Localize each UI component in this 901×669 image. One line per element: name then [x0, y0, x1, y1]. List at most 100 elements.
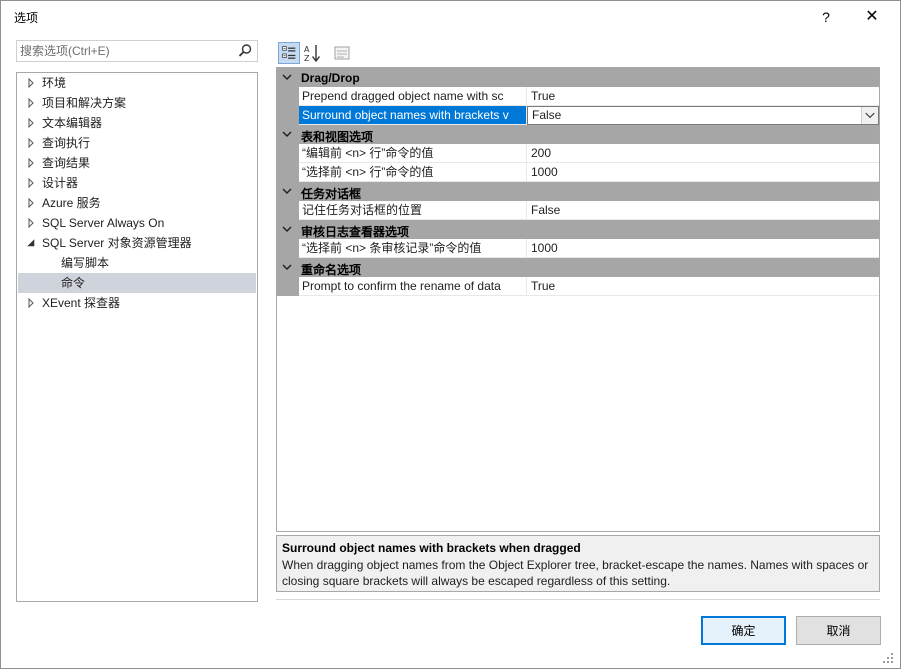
property-name: Prompt to confirm the rename of data: [299, 277, 527, 296]
property-name: Prepend dragged object name with sc: [299, 87, 527, 106]
svg-text:A: A: [304, 45, 310, 54]
property-value[interactable]: 1000: [527, 239, 879, 258]
category-header[interactable]: 重命名选项: [277, 258, 879, 277]
collapse-chevron-icon[interactable]: [279, 125, 295, 144]
category-header[interactable]: 审核日志查看器选项: [277, 220, 879, 239]
property-grid: Drag/Drop Prepend dragged object name wi…: [276, 67, 880, 532]
expand-arrow-icon[interactable]: [26, 113, 36, 133]
tree-item-label: 命令: [61, 276, 86, 290]
expand-arrow-icon[interactable]: [26, 73, 36, 93]
tree-item-azure-services[interactable]: Azure 服务: [18, 193, 256, 213]
expand-arrow-icon[interactable]: [26, 213, 36, 233]
row-gutter: [277, 87, 299, 106]
tree-item-query-results[interactable]: 查询结果: [18, 153, 256, 173]
category-label: 表和视图选项: [301, 130, 374, 144]
tree-item-environment[interactable]: 环境: [18, 73, 256, 93]
property-value[interactable]: 200: [527, 144, 879, 163]
collapse-chevron-icon[interactable]: [279, 220, 295, 239]
property-name: 记住任务对话框的位置: [299, 201, 527, 220]
description-text: When dragging object names from the Obje…: [282, 558, 869, 588]
tree-item-scripting[interactable]: 编写脚本: [18, 253, 256, 273]
tree-item-label: SQL Server 对象资源管理器: [42, 236, 192, 250]
tree-item-label: XEvent 探查器: [42, 296, 121, 310]
search-box: [16, 40, 258, 62]
category-label: Drag/Drop: [301, 71, 360, 85]
expand-arrow-icon[interactable]: [26, 133, 36, 153]
tree-item-label: 编写脚本: [61, 256, 110, 270]
category-header[interactable]: 表和视图选项: [277, 125, 879, 144]
category-header[interactable]: 任务对话框: [277, 182, 879, 201]
divider: [276, 599, 880, 600]
categorized-icon[interactable]: [278, 42, 300, 64]
tree-item-query-execution[interactable]: 查询执行: [18, 133, 256, 153]
row-gutter: [277, 277, 299, 296]
tree-item-label: 查询结果: [42, 156, 91, 170]
search-input[interactable]: [20, 43, 230, 59]
property-value[interactable]: 1000: [527, 163, 879, 182]
row-gutter: [277, 106, 299, 125]
row-gutter: [277, 163, 299, 182]
category-label: 审核日志查看器选项: [301, 225, 410, 239]
tree-item-label: SQL Server Always On: [42, 216, 165, 230]
property-value[interactable]: True: [527, 277, 879, 296]
property-value[interactable]: False: [527, 201, 879, 220]
svg-text:Z: Z: [304, 54, 310, 63]
tree-item-commands[interactable]: 命令: [18, 273, 256, 293]
property-row-selected[interactable]: Surround object names with brackets v Fa…: [277, 106, 879, 125]
property-name: Surround object names with brackets v: [299, 106, 527, 125]
property-row[interactable]: 记住任务对话框的位置 False: [277, 201, 879, 220]
tree-item-label: 查询执行: [42, 136, 91, 150]
property-pages-icon[interactable]: [331, 42, 353, 64]
property-row[interactable]: Prompt to confirm the rename of data Tru…: [277, 277, 879, 296]
options-tree: 环境 项目和解决方案 文本编辑器 查询执行 查询结果 设计器 Azure 服务: [16, 72, 258, 602]
property-toolbar: A Z: [277, 42, 367, 64]
tree-item-label: 环境: [42, 76, 67, 90]
expand-arrow-icon[interactable]: [26, 93, 36, 113]
property-name: “选择前 <n> 行”命令的值: [299, 163, 527, 182]
tree-item-label: 文本编辑器: [42, 116, 103, 130]
tree-item-projects[interactable]: 项目和解决方案: [18, 93, 256, 113]
sort-alphabetical-icon[interactable]: A Z: [301, 42, 323, 64]
property-name: “选择前 <n> 条审核记录”命令的值: [299, 239, 527, 258]
resize-grip-icon[interactable]: [881, 651, 895, 665]
cancel-button[interactable]: 取消: [796, 616, 881, 645]
tree-item-object-explorer[interactable]: SQL Server 对象资源管理器: [18, 233, 256, 253]
title-bar: 选项 ? ✕: [1, 1, 900, 33]
help-button[interactable]: ?: [811, 5, 841, 29]
category-label: 任务对话框: [301, 187, 362, 201]
window-title: 选项: [14, 11, 39, 25]
expand-arrow-icon[interactable]: [26, 293, 36, 313]
expand-arrow-icon[interactable]: [26, 173, 36, 193]
chevron-down-icon[interactable]: [861, 107, 878, 124]
property-value-dropdown[interactable]: False: [527, 106, 879, 125]
category-header[interactable]: Drag/Drop: [277, 68, 879, 87]
options-dialog: 选项 ? ✕ 环境 项目和解决方案 文本编辑器 查询执行 查询结果: [0, 0, 901, 669]
property-name: “编辑前 <n> 行”命令的值: [299, 144, 527, 163]
tree-item-label: 项目和解决方案: [42, 96, 127, 110]
row-gutter: [277, 239, 299, 258]
property-row[interactable]: Prepend dragged object name with sc True: [277, 87, 879, 106]
property-value[interactable]: True: [527, 87, 879, 106]
collapse-chevron-icon[interactable]: [279, 258, 295, 277]
category-label: 重命名选项: [301, 263, 362, 277]
description-panel: Surround object names with brackets when…: [276, 535, 880, 592]
property-row[interactable]: “选择前 <n> 行”命令的值 1000: [277, 163, 879, 182]
collapse-arrow-icon[interactable]: [26, 233, 36, 253]
ok-button[interactable]: 确定: [701, 616, 786, 645]
tree-item-always-on[interactable]: SQL Server Always On: [18, 213, 256, 233]
row-gutter: [277, 144, 299, 163]
tree-item-xevent-profiler[interactable]: XEvent 探查器: [18, 293, 256, 313]
tree-item-text-editor[interactable]: 文本编辑器: [18, 113, 256, 133]
expand-arrow-icon[interactable]: [26, 153, 36, 173]
property-row[interactable]: “编辑前 <n> 行”命令的值 200: [277, 144, 879, 163]
close-button[interactable]: ✕: [857, 5, 887, 29]
expand-arrow-icon[interactable]: [26, 193, 36, 213]
collapse-chevron-icon[interactable]: [279, 182, 295, 201]
tree-item-label: Azure 服务: [42, 196, 101, 210]
property-row[interactable]: “选择前 <n> 条审核记录”命令的值 1000: [277, 239, 879, 258]
tree-item-designers[interactable]: 设计器: [18, 173, 256, 193]
collapse-chevron-icon[interactable]: [279, 68, 295, 87]
row-gutter: [277, 201, 299, 220]
dropdown-value: False: [532, 108, 562, 122]
search-icon[interactable]: [236, 42, 254, 60]
